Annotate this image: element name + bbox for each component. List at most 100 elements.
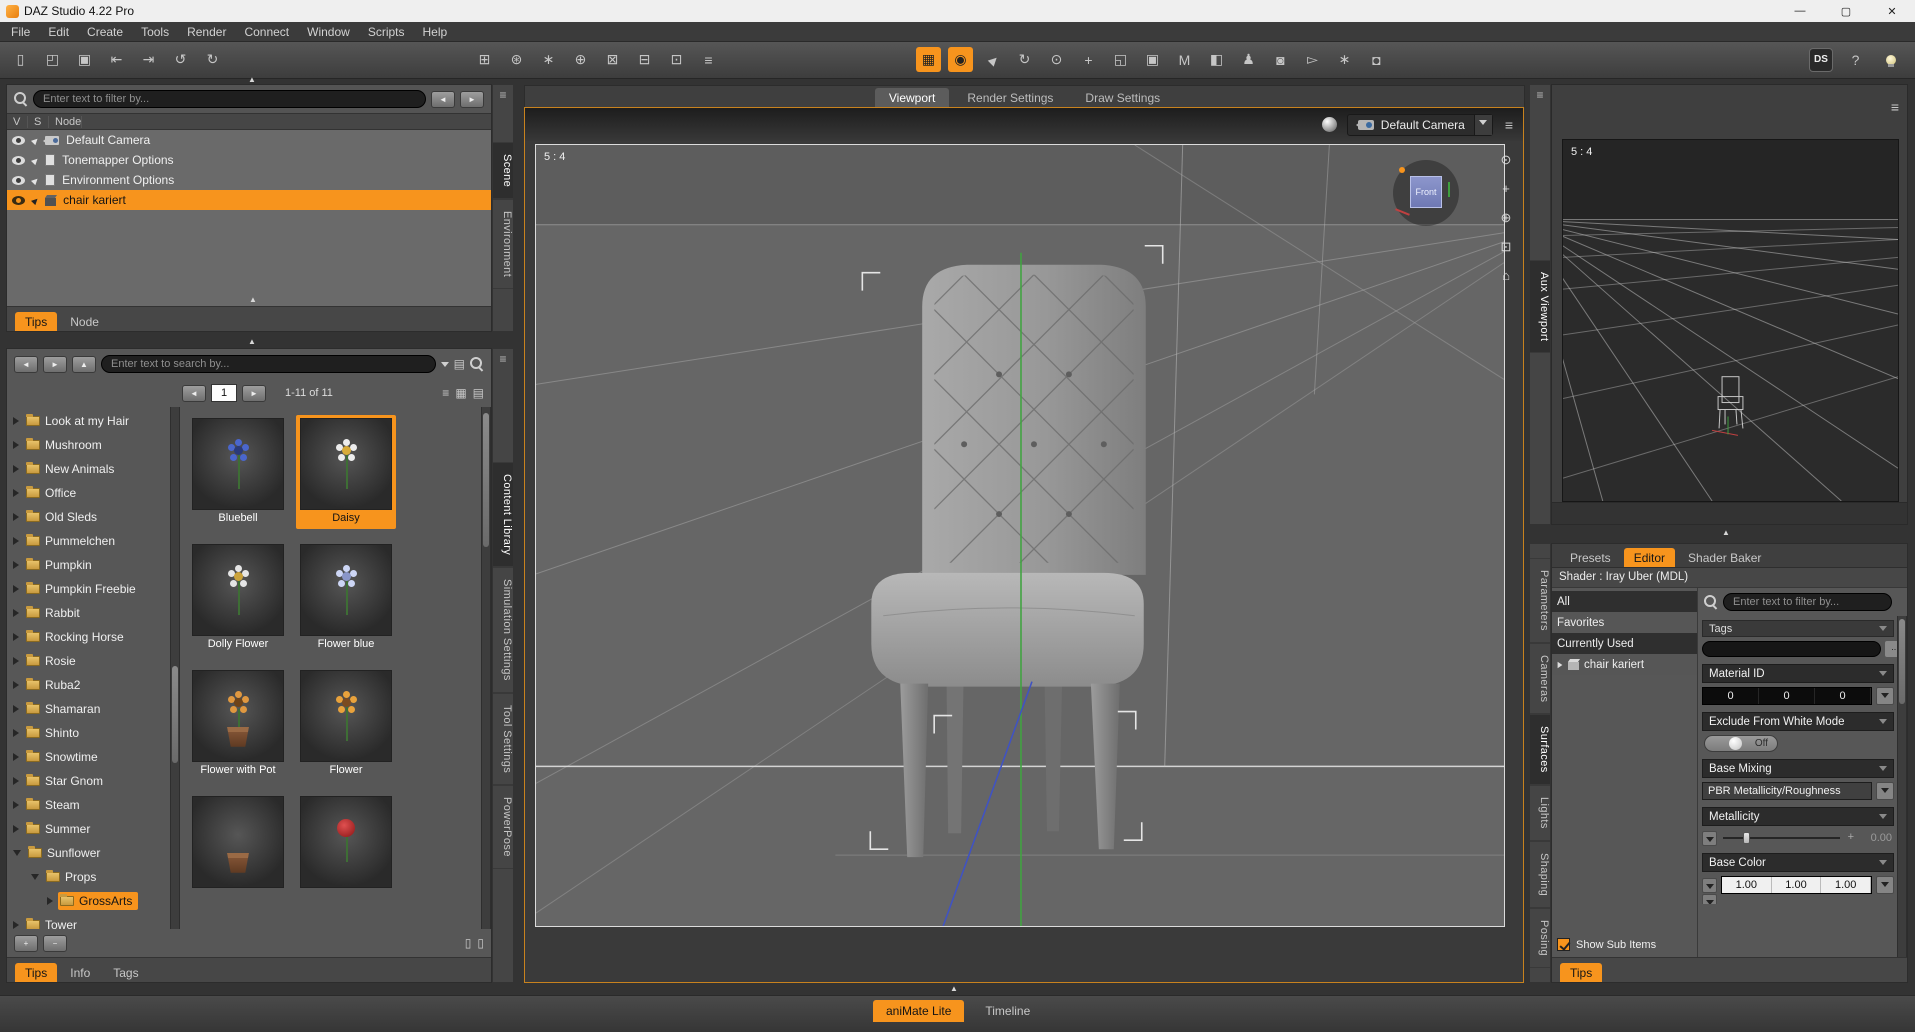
tab-render-settings[interactable]: Render Settings	[953, 88, 1067, 107]
surfaces-filter-input[interactable]	[1723, 593, 1892, 611]
expand-arrow-icon[interactable]	[47, 897, 53, 905]
white-mode-header[interactable]: Exclude From White Mode	[1702, 712, 1894, 731]
header-menu-icon[interactable]	[1879, 719, 1887, 728]
tab-draw-settings[interactable]: Draw Settings	[1071, 88, 1174, 107]
base-color-dropdown[interactable]	[1702, 877, 1717, 893]
thumbnail-flower-with-pot[interactable]: Flower with Pot	[188, 667, 288, 781]
library-folder[interactable]: Rabbit	[7, 601, 170, 625]
remove-button[interactable]: −	[43, 934, 67, 952]
dock-tab-cameras[interactable]: Cameras	[1530, 642, 1550, 715]
thumbnail-red-flower[interactable]	[296, 793, 396, 907]
create-camera-icon[interactable]: ⊕	[568, 47, 593, 72]
pane-menu-icon[interactable]: ≡	[499, 349, 506, 366]
expand-arrow-icon[interactable]	[13, 585, 19, 593]
library-folder[interactable]: Sunflower	[7, 841, 170, 865]
search-options-icon[interactable]	[440, 362, 449, 371]
dock-tab-powerpose[interactable]: PowerPose	[493, 785, 513, 870]
library-folder[interactable]: Star Gnom	[7, 769, 170, 793]
library-folder[interactable]: Tower	[7, 913, 170, 929]
gear-tool-icon[interactable]: ∗	[1332, 47, 1357, 72]
surfaces-tab-presets[interactable]: Presets	[1560, 548, 1621, 567]
scene-node-environment-options[interactable]: ▶ Environment Options	[7, 170, 491, 190]
column-selected[interactable]: S	[28, 115, 49, 128]
translate-tool-icon[interactable]: +	[1076, 47, 1101, 72]
import-icon[interactable]: ⇤	[104, 47, 129, 72]
select-arrow-icon[interactable]: ▶	[30, 195, 41, 206]
list-options-icon[interactable]: ≡	[696, 47, 721, 72]
camera-selector[interactable]: Default Camera	[1346, 113, 1493, 136]
menu-item[interactable]: Edit	[39, 23, 78, 41]
library-folder[interactable]: New Animals	[7, 457, 170, 481]
dock-tab-aux-viewport[interactable]: Aux Viewport	[1530, 260, 1550, 354]
dock-tab-surfaces[interactable]: Surfaces	[1530, 714, 1550, 785]
sort-icon[interactable]: ≡	[442, 386, 449, 400]
create-light-icon[interactable]: ∗	[536, 47, 561, 72]
create-plane-icon[interactable]: ⊡	[664, 47, 689, 72]
tags-header[interactable]: Tags	[1702, 620, 1894, 637]
expand-arrow-icon[interactable]	[13, 465, 19, 473]
library-folder[interactable]: Rosie	[7, 649, 170, 673]
expand-arrow-icon[interactable]	[13, 609, 19, 617]
scale-tool-icon[interactable]: ◱	[1108, 47, 1133, 72]
create-instance-icon[interactable]: ⊛	[504, 47, 529, 72]
nav-up-button[interactable]: ▲	[72, 355, 96, 373]
visibility-eye-icon[interactable]	[12, 135, 25, 145]
base-color-header[interactable]: Base Color	[1702, 853, 1894, 872]
search-icon[interactable]	[470, 357, 484, 371]
tree-scrollbar[interactable]	[170, 407, 180, 929]
dock-tab-scene[interactable]: Scene	[493, 142, 513, 200]
library-folder[interactable]: Props	[7, 865, 170, 889]
tab-animate-lite[interactable]: aniMate Lite	[873, 1000, 965, 1022]
visibility-eye-icon[interactable]	[12, 195, 25, 205]
open-file-icon[interactable]: ◰	[40, 47, 65, 72]
library-folder[interactable]: Look at my Hair	[7, 409, 170, 433]
library-search-input[interactable]	[101, 355, 436, 373]
library-tab-info[interactable]: Info	[60, 963, 100, 982]
expand-arrow-icon[interactable]	[13, 657, 19, 665]
nav-back-button[interactable]: ◄	[14, 355, 38, 373]
dock-tab-tool-settings[interactable]: Tool Settings	[493, 692, 513, 786]
reset-view-icon[interactable]: ⌂	[1497, 268, 1515, 286]
pan-control-icon[interactable]: +	[1497, 181, 1515, 199]
library-folder[interactable]: GrossArts	[7, 889, 170, 913]
metallicity-dropdown[interactable]	[1702, 830, 1717, 846]
orbit-tool-icon[interactable]: ⊙	[1044, 47, 1069, 72]
grid-mode-icon[interactable]: ▦	[916, 47, 941, 72]
expand-arrow-icon[interactable]	[13, 705, 19, 713]
metallicity-slider[interactable]: +	[1721, 830, 1856, 846]
library-folder[interactable]: Pumpkin	[7, 553, 170, 577]
thumbnail-dolly-flower[interactable]: Dolly Flower	[188, 541, 288, 655]
view-options-icon[interactable]: ▤	[454, 357, 465, 371]
minimize-button[interactable]: —	[1777, 0, 1823, 22]
dock-tab-content-library[interactable]: Content Library	[493, 462, 513, 568]
white-mode-toggle[interactable]: Off	[1704, 735, 1778, 752]
library-folder[interactable]: Snowtime	[7, 745, 170, 769]
scene-filter-input[interactable]	[33, 90, 426, 108]
save-file-icon[interactable]: ▣	[72, 47, 97, 72]
thumbnail-daisy[interactable]: Daisy	[296, 415, 396, 529]
add-button[interactable]: +	[14, 934, 38, 952]
menu-item[interactable]: Help	[414, 23, 457, 41]
expand-arrow-icon[interactable]	[13, 777, 19, 785]
filter-prev-button[interactable]: ◄	[431, 90, 455, 108]
page-next-button[interactable]: ►	[242, 384, 266, 402]
material-id-dropdown[interactable]	[1876, 687, 1894, 705]
detail-view-icon[interactable]: ▯	[477, 936, 484, 950]
scene-top-collapse-handle[interactable]: ▲	[248, 76, 256, 84]
tab-viewport[interactable]: Viewport	[874, 88, 950, 107]
dock-tab-lights[interactable]: Lights	[1530, 784, 1550, 841]
menu-item[interactable]: Create	[78, 23, 132, 41]
header-menu-icon[interactable]	[1879, 671, 1887, 680]
library-folder[interactable]: Office	[7, 481, 170, 505]
header-menu-icon[interactable]	[1879, 814, 1887, 823]
view-cube-front-face[interactable]: Front	[1410, 176, 1442, 208]
menu-item[interactable]: File	[2, 23, 39, 41]
next-property-dropdown[interactable]	[1702, 894, 1717, 904]
column-visible[interactable]: V	[7, 115, 28, 128]
frame-tool-icon[interactable]: ▣	[1140, 47, 1165, 72]
material-id-header[interactable]: Material ID	[1702, 664, 1894, 683]
slider-thumb[interactable]	[1742, 832, 1750, 844]
expand-arrow-icon[interactable]	[13, 753, 19, 761]
pointer-alt-icon[interactable]: ▻	[1300, 47, 1325, 72]
dock-tab-simulation-settings[interactable]: Simulation Settings	[493, 567, 513, 693]
